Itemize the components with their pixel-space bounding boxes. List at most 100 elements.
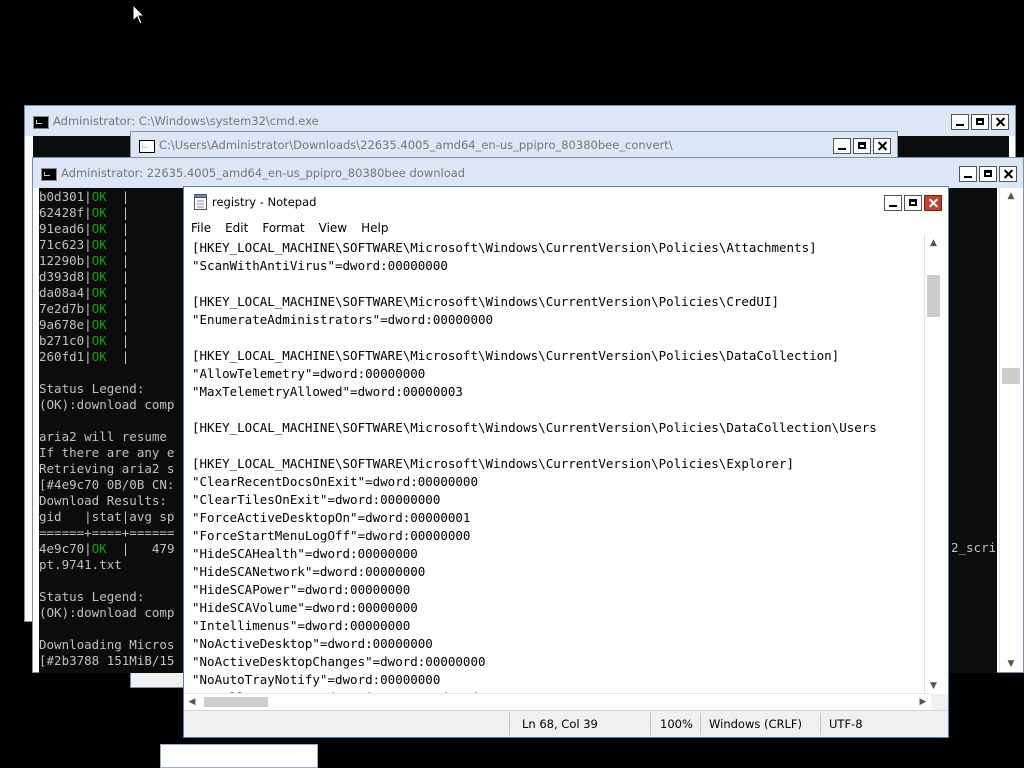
download-close-button[interactable]	[999, 166, 1017, 182]
download-maximize-button[interactable]	[979, 166, 997, 182]
editor-line: [HKEY_LOCAL_MACHINE\SOFTWARE\Microsoft\W…	[192, 240, 817, 255]
status-ok-label: OK	[91, 285, 107, 300]
scroll-up-arrow-icon[interactable]: ▲	[925, 235, 942, 251]
status-ok-label: OK	[91, 237, 107, 252]
notepad-horizontal-scrollbar[interactable]: ◀ ▶	[184, 693, 931, 711]
console-text: (OK):download comp	[39, 605, 175, 620]
console-text: pt.9741.txt	[39, 557, 122, 572]
download-titlebar[interactable]: Administrator: 22635.4005_amd64_en-us_pp…	[33, 158, 1023, 188]
editor-line: "HideSCAVolume"=dword:00000000	[192, 600, 418, 615]
status-ok-label: OK	[91, 205, 107, 220]
cmd-title: Administrator: C:\Windows\system32\cmd.e…	[53, 114, 319, 128]
editor-line: "NoActiveDesktop"=dword:00000000	[192, 636, 433, 651]
status-ok-label: OK	[91, 349, 107, 364]
console-text: |	[106, 237, 130, 252]
menu-view[interactable]: View	[312, 217, 354, 239]
notepad-icon	[194, 194, 207, 210]
console-text: da08a4|	[39, 285, 92, 300]
notepad-close-button[interactable]	[924, 195, 942, 211]
editor-line: "NoAutoTrayNotify"=dword:00000000	[192, 672, 441, 687]
console-text: 4e9c70|	[39, 541, 92, 556]
console-text: |	[106, 269, 130, 284]
seven-zip-close-button[interactable]	[873, 138, 891, 154]
console-text: 71c623|	[39, 237, 92, 252]
console-text: Downloading Micros	[39, 637, 175, 652]
scroll-up-arrow-icon[interactable]: ▲	[1000, 188, 1022, 204]
cmd-minimize-button[interactable]	[951, 114, 969, 130]
editor-line: "MaxTelemetryAllowed"=dword:00000003	[192, 384, 463, 399]
status-ok-label: OK	[91, 301, 107, 316]
editor-line: [HKEY_LOCAL_MACHINE\SOFTWARE\Microsoft\W…	[192, 420, 877, 435]
notepad-vertical-scrollbar[interactable]: ▲ ▼	[924, 235, 942, 694]
console-text: 7e2d7b|	[39, 301, 92, 316]
console-text: |	[106, 285, 130, 300]
status-ok-label: OK	[91, 221, 107, 236]
menu-format[interactable]: Format	[255, 217, 311, 239]
console-text: |	[106, 205, 130, 220]
console-text: Download Results:	[39, 493, 167, 508]
notepad-maximize-button[interactable]	[904, 195, 922, 211]
console-text: (OK):download comp	[39, 397, 175, 412]
download-title: Administrator: 22635.4005_amd64_en-us_pp…	[61, 166, 466, 180]
console-text: Status Legend:	[39, 381, 145, 396]
scroll-thumb[interactable]	[204, 697, 268, 707]
console-text: |	[106, 189, 130, 204]
seven-zip-maximize-button[interactable]	[853, 138, 871, 154]
status-encoding: UTF-8	[829, 717, 863, 731]
menu-file[interactable]: File	[184, 217, 218, 239]
editor-line: [HKEY_LOCAL_MACHINE\SOFTWARE\Microsoft\W…	[192, 456, 795, 471]
download-console-right-text: 2_scri	[951, 540, 997, 558]
seven-zip-title: C:\Users\Administrator\Downloads\22635.4…	[159, 138, 673, 152]
cmd-icon	[33, 116, 49, 129]
status-line-ending: Windows (CRLF)	[709, 717, 803, 731]
notepad-window[interactable]: registry - Notepad File Edit Format View…	[183, 186, 949, 738]
editor-line: "ScanWithAntiVirus"=dword:00000000	[192, 258, 448, 273]
editor-line: "HideSCAHealth"=dword:00000000	[192, 546, 418, 561]
status-ok-label: OK	[91, 541, 107, 556]
console-text: 91ead6|	[39, 221, 92, 236]
menu-help[interactable]: Help	[354, 217, 395, 239]
editor-line: "AllowTelemetry"=dword:00000000	[192, 366, 426, 381]
console-text: 9a678e|	[39, 317, 92, 332]
console-text: |	[106, 317, 130, 332]
background-window-fragment[interactable]	[160, 744, 318, 768]
status-ok-label: OK	[91, 333, 107, 348]
console-text: b271c0|	[39, 333, 92, 348]
status-ok-label: OK	[91, 253, 107, 268]
scroll-down-arrow-icon[interactable]: ▼	[925, 678, 942, 694]
menu-edit[interactable]: Edit	[218, 217, 255, 239]
console-text: aria2 will resume	[39, 429, 167, 444]
console-text: | 479	[106, 541, 175, 556]
status-ok-label: OK	[91, 269, 107, 284]
seven-zip-minimize-button[interactable]	[833, 138, 851, 154]
status-ok-label: OK	[91, 317, 107, 332]
cmd-maximize-button[interactable]	[971, 114, 989, 130]
console-text: |	[106, 333, 130, 348]
scroll-left-arrow-icon[interactable]: ◀	[184, 694, 200, 710]
editor-line: "ForceStartMenuLogOff"=dword:00000000	[192, 528, 471, 543]
notepad-title: registry - Notepad	[212, 195, 317, 209]
download-vertical-scrollbar[interactable]: ▲ ▼	[999, 188, 1022, 672]
status-zoom: 100%	[660, 717, 693, 731]
scroll-thumb[interactable]	[1002, 368, 1020, 384]
cmd-close-button[interactable]	[991, 114, 1009, 130]
editor-line: [HKEY_LOCAL_MACHINE\SOFTWARE\Microsoft\W…	[192, 348, 840, 363]
console-text: 62428f|	[39, 205, 92, 220]
notepad-titlebar[interactable]: registry - Notepad	[184, 187, 948, 217]
console-text: |	[106, 253, 130, 268]
console-text: 12290b|	[39, 253, 92, 268]
notepad-minimize-button[interactable]	[884, 195, 902, 211]
editor-line: "HideSCANetwork"=dword:00000000	[192, 564, 426, 579]
editor-line: "ForceActiveDesktopOn"=dword:00000001	[192, 510, 471, 525]
scroll-right-arrow-icon[interactable]: ▶	[915, 694, 931, 710]
console-text: 260fd1|	[39, 349, 92, 364]
download-minimize-button[interactable]	[959, 166, 977, 182]
status-cursor-position: Ln 68, Col 39	[522, 717, 598, 731]
scroll-thumb[interactable]	[927, 275, 940, 317]
seven-zip-titlebar[interactable]: C:\Users\Administrator\Downloads\22635.4…	[131, 132, 897, 158]
scroll-down-arrow-icon[interactable]: ▼	[1000, 656, 1022, 672]
cmd-icon	[41, 168, 57, 181]
notepad-text-area[interactable]: [HKEY_LOCAL_MACHINE\SOFTWARE\Microsoft\W…	[192, 239, 924, 693]
notepad-status-bar: Ln 68, Col 39 100% Windows (CRLF) UTF-8	[184, 710, 948, 737]
